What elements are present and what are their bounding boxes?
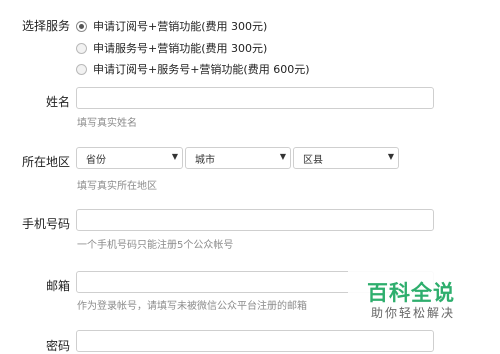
name-label: 姓名 [45,95,70,109]
email-label: 邮箱 [45,279,70,293]
email-hint: 作为登录帐号，请填写未被微信公众平台注册的邮箱 [77,301,307,312]
region-hint: 填写真实所在地区 [77,181,157,192]
region-label: 所在地区 [21,155,70,169]
watermark: 百科全说 助你轻松解决 [348,270,488,326]
district-select-value: 区县 [303,154,323,166]
province-select[interactable]: 省份 ▼ [76,147,183,169]
service-label: 选择服务 [21,19,70,33]
service-option-3-label: 申请订阅号+服务号+营销功能(费用 600元) [93,63,310,76]
province-select-value: 省份 [86,154,106,166]
radio-checked-icon[interactable] [76,20,87,32]
phone-label: 手机号码 [21,217,70,231]
password-label: 密码 [45,339,70,353]
service-option-1[interactable]: 申请订阅号+营销功能(费用 300元) [76,18,267,34]
radio-unchecked-icon[interactable] [76,63,87,75]
dropdown-arrow-icon: ▼ [387,152,394,161]
phone-input[interactable] [76,209,434,231]
dropdown-arrow-icon: ▼ [171,152,178,161]
radio-unchecked-icon[interactable] [76,42,87,54]
name-input[interactable] [76,87,434,109]
city-select[interactable]: 城市 ▼ [185,147,291,169]
service-option-1-label: 申请订阅号+营销功能(费用 300元) [93,20,268,33]
phone-hint: 一个手机号码只能注册5个公众帐号 [77,240,234,251]
service-option-2[interactable]: 申请服务号+营销功能(费用 300元) [76,40,267,56]
watermark-subtitle: 助你轻松解决 [371,306,456,320]
password-input[interactable] [76,330,434,352]
service-option-2-label: 申请服务号+营销功能(费用 300元) [93,42,268,55]
watermark-title: 百科全说 [367,281,455,305]
district-select[interactable]: 区县 ▼ [293,147,399,169]
name-hint: 填写真实姓名 [77,118,137,129]
dropdown-arrow-icon: ▼ [279,152,286,161]
service-option-3[interactable]: 申请订阅号+服务号+营销功能(费用 600元) [76,61,310,77]
city-select-value: 城市 [195,154,215,166]
